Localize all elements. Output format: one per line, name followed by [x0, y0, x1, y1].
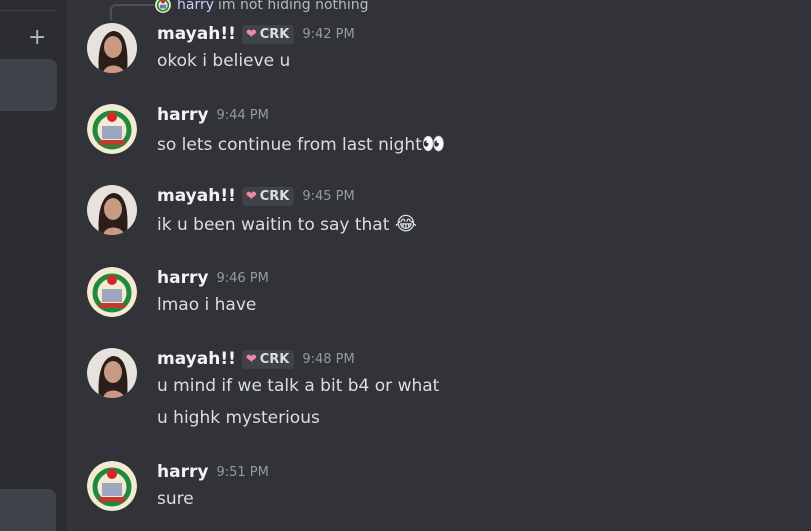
user-panel[interactable]	[0, 489, 56, 531]
avatar[interactable]	[87, 104, 137, 154]
message-header: mayah!! ❤ CRK 9:45 PM	[157, 186, 355, 206]
message-text: lmao i have	[157, 295, 257, 315]
message-text: u highk mysterious	[157, 408, 320, 428]
message-text: so lets continue from last night👀	[157, 132, 446, 155]
timestamp: 9:45 PM	[302, 188, 355, 204]
server-tag[interactable]: ❤ CRK	[241, 186, 295, 206]
sidebar-divider	[0, 10, 56, 11]
timestamp: 9:44 PM	[216, 107, 269, 123]
eyes-emoji: 👀	[421, 133, 446, 155]
timestamp: 9:42 PM	[302, 26, 355, 42]
avatar[interactable]	[87, 267, 137, 317]
heart-icon: ❤	[245, 351, 257, 367]
timestamp: 9:51 PM	[216, 464, 269, 480]
reply-text: im not hiding nothing	[218, 0, 369, 13]
author-name[interactable]: harry	[157, 105, 208, 125]
channel-sidebar: +	[0, 0, 67, 531]
message-header: harry 9:46 PM	[157, 268, 269, 288]
author-name[interactable]: mayah!!	[157, 24, 236, 44]
laughing-emoji: 😂	[394, 213, 417, 235]
selected-channel[interactable]	[0, 59, 57, 111]
avatar[interactable]	[87, 23, 137, 73]
avatar[interactable]	[87, 461, 137, 511]
server-tag[interactable]: ❤ CRK	[241, 349, 295, 369]
author-name[interactable]: mayah!!	[157, 349, 236, 369]
server-tag-label: CRK	[259, 351, 290, 367]
heart-icon: ❤	[245, 188, 257, 204]
reply-preview[interactable]: harry im not hiding nothing	[155, 0, 369, 14]
message-header: harry 9:51 PM	[157, 462, 269, 482]
message-header: mayah!! ❤ CRK 9:48 PM	[157, 349, 355, 369]
author-name[interactable]: harry	[157, 268, 208, 288]
message-text: u mind if we talk a bit b4 or what	[157, 376, 440, 396]
avatar[interactable]	[87, 185, 137, 235]
message-body: ik u been waitin to say that	[157, 215, 395, 235]
chat-messages: harry im not hiding nothing mayah!! ❤ CRK…	[67, 0, 811, 531]
reply-connector	[110, 4, 154, 20]
reply-avatar	[155, 0, 171, 13]
plus-icon[interactable]: +	[28, 27, 46, 49]
author-name[interactable]: harry	[157, 462, 208, 482]
message-text: okok i believe u	[157, 51, 291, 71]
server-tag-label: CRK	[259, 188, 290, 204]
server-tag[interactable]: ❤ CRK	[241, 24, 295, 44]
server-tag-label: CRK	[259, 26, 290, 42]
message-text: ik u been waitin to say that 😂	[157, 213, 417, 235]
author-name[interactable]: mayah!!	[157, 186, 236, 206]
message-text: sure	[157, 489, 194, 509]
message-header: mayah!! ❤ CRK 9:42 PM	[157, 24, 355, 44]
timestamp: 9:48 PM	[302, 351, 355, 367]
avatar[interactable]	[87, 348, 137, 398]
reply-author[interactable]: harry	[177, 0, 214, 13]
message-body: so lets continue from last night	[157, 135, 422, 155]
timestamp: 9:46 PM	[216, 270, 269, 286]
heart-icon: ❤	[245, 26, 257, 42]
message-header: harry 9:44 PM	[157, 105, 269, 125]
